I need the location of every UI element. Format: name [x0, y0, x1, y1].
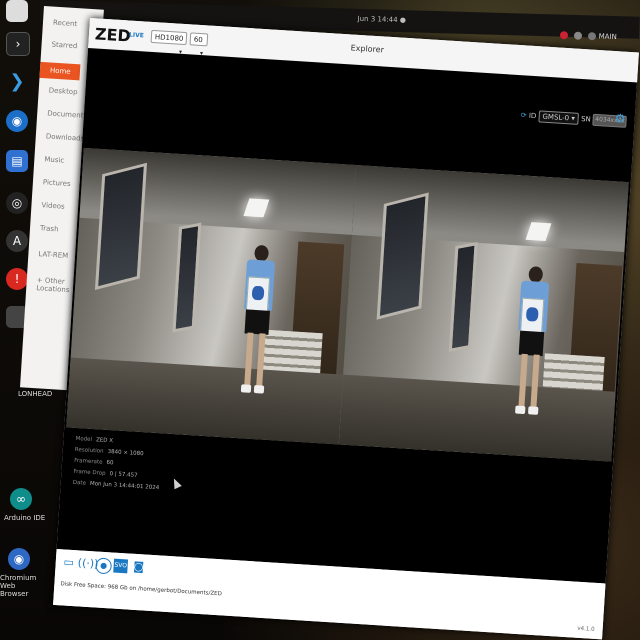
- vscode-icon[interactable]: ❯: [6, 70, 28, 92]
- refresh-icon[interactable]: ⟳: [520, 111, 526, 119]
- fps-select-value: 60: [193, 35, 204, 45]
- obs-icon[interactable]: ◎: [6, 192, 28, 214]
- window-left: [94, 162, 148, 290]
- text-editor-icon[interactable]: ▤: [6, 150, 28, 172]
- files-item-downloads[interactable]: Downloads: [46, 132, 85, 142]
- files-app-icon[interactable]: [6, 0, 28, 22]
- files-item-recent[interactable]: Recent: [53, 19, 78, 29]
- sn-label: SN: [580, 115, 592, 124]
- camera-select-value: GMSL-0: [542, 112, 570, 123]
- settings-gear-icon[interactable]: ⚙: [614, 111, 627, 126]
- version-label: v4.1.0: [577, 625, 595, 633]
- zed-explorer-window: ZED LIVE HD1080 ▾ 60 ▾ Explorer ⟳ ID GMSL-…: [53, 18, 639, 640]
- resolution-select[interactable]: HD1080 ▾: [150, 29, 188, 56]
- files-item-pictures[interactable]: Pictures: [43, 178, 71, 188]
- camera-select[interactable]: GMSL-0 ▾: [538, 110, 580, 125]
- files-item-videos[interactable]: Videos: [41, 201, 65, 210]
- id-label: ID: [528, 111, 537, 121]
- power-icon: [588, 32, 597, 41]
- desktop-label-chromium[interactable]: Chromium Web Browser: [0, 574, 40, 598]
- right-camera-frame: [338, 165, 629, 462]
- files-item-documents[interactable]: Documents: [47, 109, 87, 119]
- camera-toolbar: ⟳ ID GMSL-0 ▾ SN 4034xxxx: [520, 109, 628, 128]
- camera-view: ⟳ ID GMSL-0 ▾ SN 4034xxxx ⚙ Model ZED X …: [56, 47, 638, 584]
- files-item-music[interactable]: Music: [44, 155, 64, 164]
- files-item-home[interactable]: Home: [39, 61, 81, 81]
- app-store-icon[interactable]: A: [6, 230, 28, 252]
- network-icon: [574, 31, 583, 40]
- files-item-trash[interactable]: Trash: [40, 224, 59, 233]
- record-icon: [559, 31, 569, 40]
- record-button-icon[interactable]: ●: [95, 557, 113, 575]
- chromium-icon[interactable]: ◉: [6, 110, 28, 132]
- svo-icon[interactable]: SVO: [113, 558, 129, 574]
- window-left: [376, 192, 429, 320]
- terminal-icon[interactable]: ›: [6, 32, 30, 56]
- tray-user: MAIN: [598, 32, 617, 42]
- files-item-starred[interactable]: Starred: [51, 41, 77, 51]
- window-title: Explorer: [350, 43, 385, 55]
- disk-free-space: Disk Free Space: 968 Gb on /home/gerbot/…: [60, 581, 222, 598]
- fps-select[interactable]: 60 ▾: [189, 32, 209, 57]
- files-item-desktop[interactable]: Desktop: [48, 86, 77, 96]
- live-badge: LIVE: [128, 31, 145, 40]
- files-item-lat-rem[interactable]: LAT-REM: [38, 250, 68, 260]
- system-clock[interactable]: Jun 3 14:44 ●: [357, 15, 406, 24]
- folder-icon[interactable]: ▭: [61, 555, 76, 570]
- arduino-icon[interactable]: ∞: [10, 488, 32, 510]
- left-camera-frame: [66, 147, 357, 445]
- zed-logo: ZED: [94, 24, 132, 46]
- resolution-select-value: HD1080: [154, 33, 184, 43]
- desktop-label-lonhead[interactable]: LONHEAD: [18, 390, 52, 398]
- chromium-desktop-icon[interactable]: ◉: [8, 548, 30, 570]
- camera-info-panel: Model ZED X Resolution 3840 × 1080 Framera…: [72, 434, 162, 494]
- desktop-label-arduino[interactable]: Arduino IDE: [4, 514, 45, 522]
- update-alert-icon[interactable]: !: [6, 268, 28, 290]
- stream-icon[interactable]: ((·)): [77, 556, 98, 571]
- camera-snapshot-icon[interactable]: ◙: [131, 560, 146, 575]
